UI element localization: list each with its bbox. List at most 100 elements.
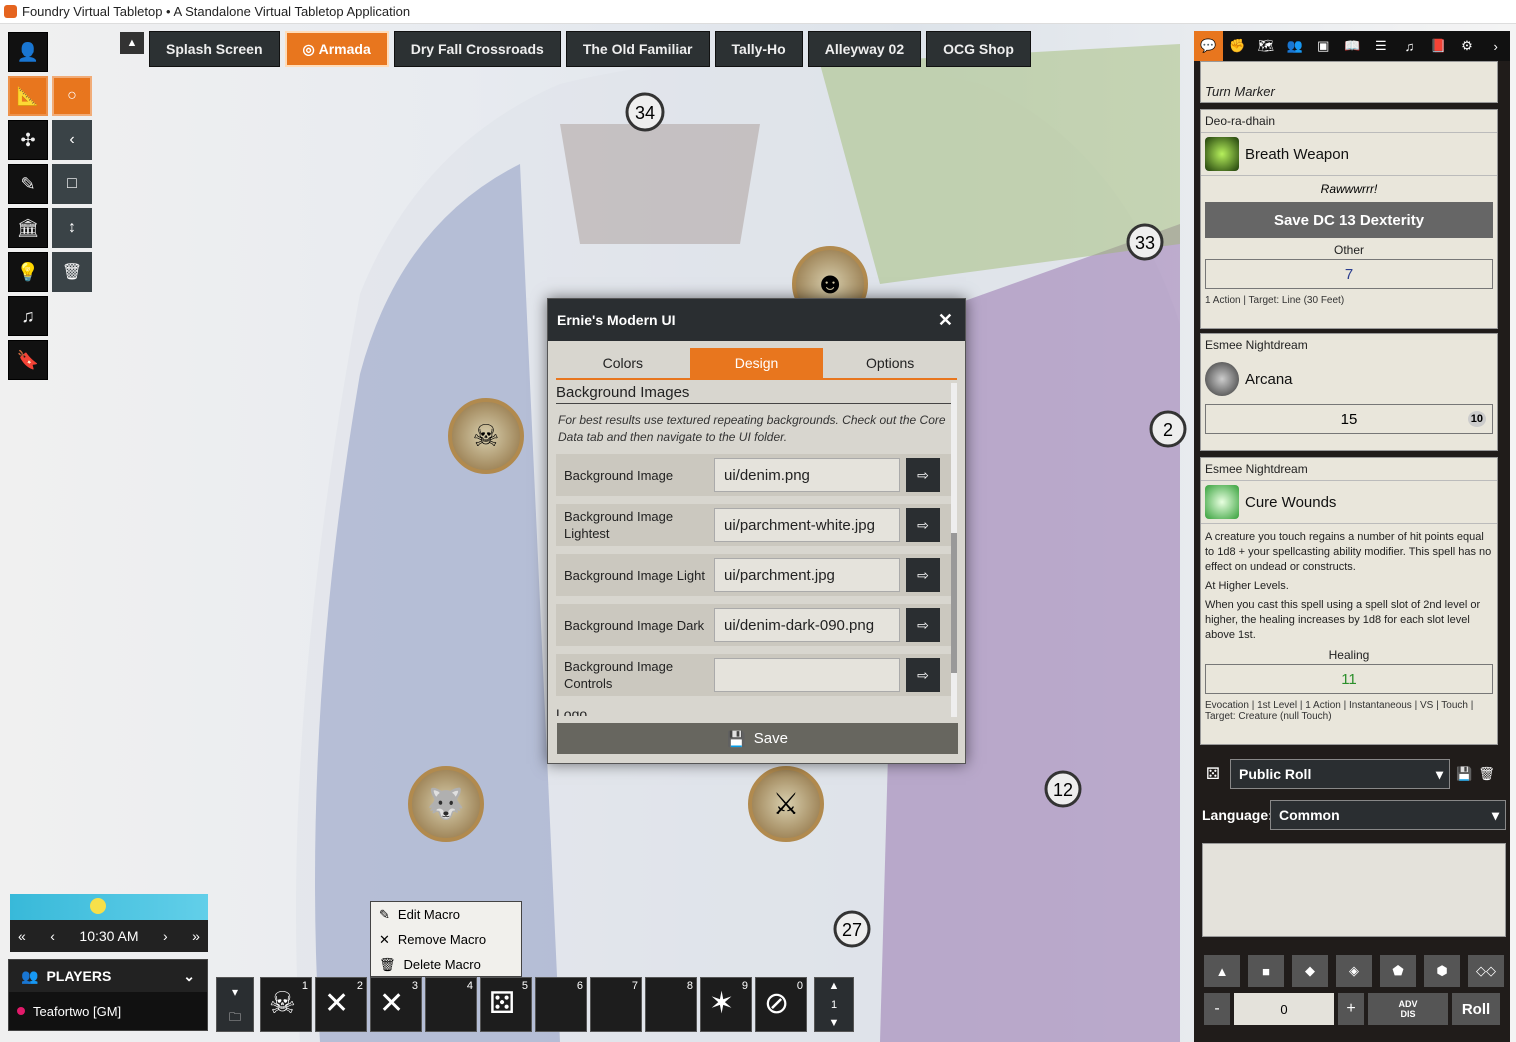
- d6-icon[interactable]: ■: [1248, 955, 1284, 987]
- roll-mode-select[interactable]: Public Roll: [1230, 759, 1450, 789]
- journal-tab-icon[interactable]: 📖: [1338, 31, 1367, 61]
- chat-input[interactable]: [1202, 843, 1506, 937]
- save-button[interactable]: 💾 Save: [557, 723, 958, 754]
- roll-result[interactable]: 7: [1205, 259, 1493, 289]
- file-picker-icon[interactable]: ⇨: [906, 558, 940, 592]
- scene-tab[interactable]: Tally-Ho: [714, 31, 803, 67]
- dialog-scrollbar[interactable]: [951, 383, 957, 717]
- roll-result[interactable]: 15 10: [1205, 404, 1493, 434]
- macro-slot[interactable]: 7: [590, 977, 642, 1032]
- macro-slot[interactable]: ⚄ 5: [480, 977, 532, 1032]
- menu-item-edit-macro[interactable]: ✎ Edit Macro: [371, 902, 521, 927]
- background-light-input[interactable]: ui/parchment.jpg: [714, 558, 900, 592]
- settings-tab-icon[interactable]: ⚙: [1453, 31, 1482, 61]
- chat-tab-icon[interactable]: 💬: [1194, 31, 1223, 61]
- forward-icon[interactable]: ›: [163, 928, 168, 944]
- macro-slot[interactable]: ✕ 3: [370, 977, 422, 1032]
- wall-controls-icon[interactable]: 🏛: [8, 208, 48, 248]
- modifier-input[interactable]: 0: [1234, 993, 1334, 1025]
- decrease-button[interactable]: -: [1204, 993, 1230, 1025]
- close-icon[interactable]: ✕: [938, 310, 953, 331]
- rewind-icon[interactable]: «: [18, 928, 26, 944]
- background-lightest-input[interactable]: ui/parchment-white.jpg: [714, 508, 900, 542]
- token-controls-icon[interactable]: 👤: [8, 32, 48, 72]
- compendium-tab-icon[interactable]: 📕: [1424, 31, 1453, 61]
- item-header[interactable]: Cure Wounds: [1201, 480, 1497, 524]
- drawing-controls-icon[interactable]: ✎: [8, 164, 48, 204]
- clear-templates-icon[interactable]: 🗑: [52, 252, 92, 292]
- back-icon[interactable]: ‹: [50, 928, 55, 944]
- cone-template-icon[interactable]: ‹: [52, 120, 92, 160]
- items-tab-icon[interactable]: ▣: [1309, 31, 1338, 61]
- menu-item-remove-macro[interactable]: ✕ Remove Macro: [371, 927, 521, 952]
- roll-button[interactable]: Roll: [1452, 993, 1500, 1025]
- adv-dis-toggle[interactable]: ADV DIS: [1368, 993, 1448, 1025]
- collapse-hotbar-icon[interactable]: ▾: [217, 978, 253, 1005]
- save-dc-button[interactable]: Save DC 13 Dexterity: [1205, 202, 1493, 238]
- d10-icon[interactable]: ◈: [1336, 955, 1372, 987]
- lighting-controls-icon[interactable]: 💡: [8, 252, 48, 292]
- actors-tab-icon[interactable]: 👥: [1280, 31, 1309, 61]
- page-down-icon[interactable]: ▼: [829, 1017, 840, 1029]
- d12-icon[interactable]: ⬟: [1380, 955, 1416, 987]
- rect-template-icon[interactable]: □: [52, 164, 92, 204]
- macro-slot[interactable]: ☠ 1: [260, 977, 312, 1032]
- creature-token[interactable]: ☠: [448, 398, 524, 474]
- export-log-icon[interactable]: 💾: [1456, 766, 1472, 782]
- players-header[interactable]: 👥 PLAYERS ⌄: [9, 960, 207, 992]
- nav-collapse-icon[interactable]: ▲: [120, 32, 144, 54]
- scrollbar-thumb[interactable]: [951, 533, 957, 673]
- increase-button[interactable]: +: [1338, 993, 1364, 1025]
- macro-slot[interactable]: 4: [425, 977, 477, 1032]
- background-image-input[interactable]: ui/denim.png: [714, 458, 900, 492]
- file-picker-icon[interactable]: ⇨: [906, 658, 940, 692]
- creature-token[interactable]: 🐺: [408, 766, 484, 842]
- tab-design[interactable]: Design: [689, 348, 824, 378]
- macro-slot[interactable]: ✶ 9: [700, 977, 752, 1032]
- page-up-icon[interactable]: ▲: [829, 980, 840, 992]
- scenes-tab-icon[interactable]: 🗺: [1251, 31, 1280, 61]
- measure-controls-icon[interactable]: 📐: [8, 76, 48, 116]
- language-select[interactable]: Common: [1270, 800, 1506, 830]
- d100-icon[interactable]: ◇◇: [1468, 955, 1504, 987]
- macro-slot[interactable]: 8: [645, 977, 697, 1032]
- macro-folder-icon[interactable]: 🗀: [217, 1005, 253, 1032]
- tile-controls-icon[interactable]: ✣: [8, 120, 48, 160]
- d20-icon[interactable]: ⬢: [1424, 955, 1460, 987]
- tables-tab-icon[interactable]: ☰: [1366, 31, 1395, 61]
- notes-controls-icon[interactable]: 🔖: [8, 340, 48, 380]
- combat-tab-icon[interactable]: ✊: [1223, 31, 1252, 61]
- macro-slot[interactable]: ⊘ 0: [755, 977, 807, 1032]
- scene-tab[interactable]: Alleyway 02: [807, 31, 922, 67]
- scene-tab-active[interactable]: ◎ Armada: [284, 31, 389, 67]
- circle-template-icon[interactable]: ○: [52, 76, 92, 116]
- d8-icon[interactable]: ◆: [1292, 955, 1328, 987]
- macro-slot[interactable]: ✕ 2: [315, 977, 367, 1032]
- ray-template-icon[interactable]: ↕: [52, 208, 92, 248]
- tab-options[interactable]: Options: [823, 348, 957, 378]
- scene-tab[interactable]: OCG Shop: [926, 31, 1031, 67]
- scene-tab[interactable]: The Old Familiar: [565, 31, 710, 67]
- item-header[interactable]: Breath Weapon: [1201, 132, 1497, 176]
- background-dark-input[interactable]: ui/denim-dark-090.png: [714, 608, 900, 642]
- chevron-down-icon[interactable]: ⌄: [183, 968, 195, 985]
- creature-token[interactable]: ⚔: [748, 766, 824, 842]
- menu-item-delete-macro[interactable]: 🗑 Delete Macro: [371, 952, 521, 977]
- clear-log-icon[interactable]: 🗑: [1478, 766, 1495, 782]
- scene-tab[interactable]: Dry Fall Crossroads: [393, 31, 561, 67]
- roll-result[interactable]: 11: [1205, 664, 1493, 694]
- sound-controls-icon[interactable]: ♫: [8, 296, 48, 336]
- skill-header[interactable]: Arcana: [1201, 356, 1497, 402]
- tab-colors[interactable]: Colors: [556, 348, 690, 378]
- macro-slot[interactable]: 6: [535, 977, 587, 1032]
- fast-forward-icon[interactable]: »: [192, 928, 200, 944]
- file-picker-icon[interactable]: ⇨: [906, 508, 940, 542]
- d4-icon[interactable]: ▲: [1204, 955, 1240, 987]
- background-controls-input[interactable]: [714, 658, 900, 692]
- playlists-tab-icon[interactable]: ♫: [1395, 31, 1424, 61]
- scene-tab[interactable]: Splash Screen: [149, 31, 280, 67]
- file-picker-icon[interactable]: ⇨: [906, 608, 940, 642]
- dialog-header[interactable]: Ernie's Modern UI ✕: [548, 299, 965, 341]
- file-picker-icon[interactable]: ⇨: [906, 458, 940, 492]
- collapse-sidebar-icon[interactable]: ›: [1481, 31, 1510, 61]
